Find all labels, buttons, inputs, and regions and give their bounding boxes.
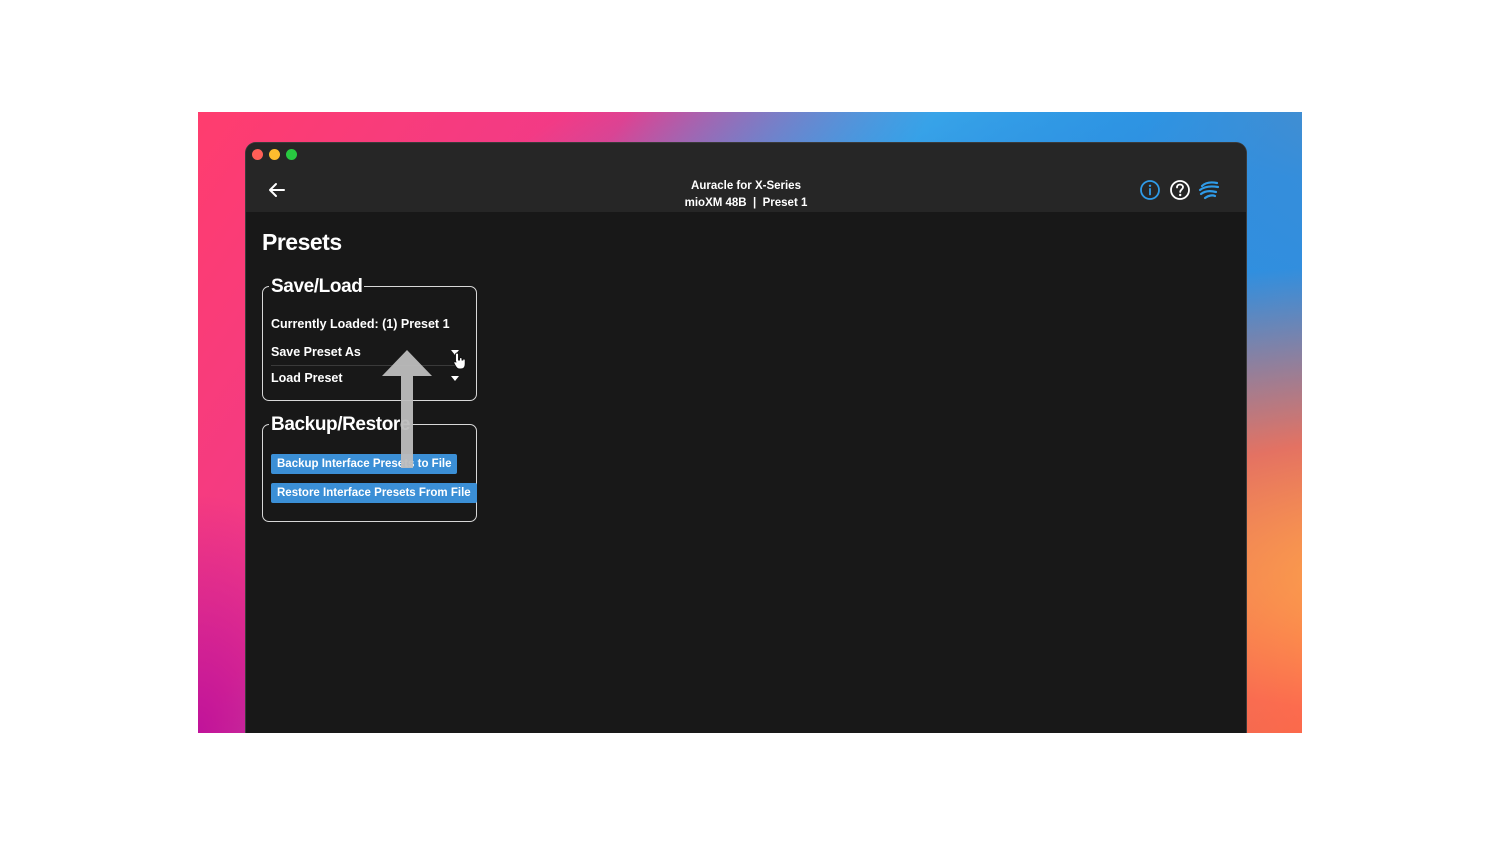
brand-logo-icon[interactable] bbox=[1198, 179, 1220, 201]
save-load-heading: Save/Load bbox=[269, 274, 365, 300]
help-icon[interactable] bbox=[1169, 179, 1191, 201]
title-bar: Auracle for X-Series mioXM 48B | Preset … bbox=[246, 143, 1246, 212]
page-margin-bottom bbox=[0, 733, 1500, 844]
backup-restore-panel: Backup/Restore Backup Interface Presets … bbox=[262, 412, 477, 522]
chevron-down-icon bbox=[451, 350, 459, 355]
zoom-window-button[interactable] bbox=[286, 149, 297, 160]
info-icon[interactable] bbox=[1139, 179, 1161, 201]
load-preset-label: Load Preset bbox=[271, 371, 343, 385]
currently-loaded-text: Currently Loaded: (1) Preset 1 bbox=[271, 317, 450, 331]
page-title: Presets bbox=[262, 229, 342, 255]
chevron-down-icon bbox=[451, 376, 459, 381]
backup-presets-button[interactable]: Backup Interface Presets to File bbox=[271, 454, 458, 474]
backup-restore-heading: Backup/Restore bbox=[269, 412, 413, 438]
app-window: Auracle for X-Series mioXM 48B | Preset … bbox=[246, 143, 1246, 744]
minimize-window-button[interactable] bbox=[269, 149, 280, 160]
load-preset-dropdown[interactable]: Load Preset bbox=[271, 369, 465, 391]
restore-presets-button[interactable]: Restore Interface Presets From File bbox=[271, 483, 477, 503]
save-preset-as-label: Save Preset As bbox=[271, 345, 361, 359]
window-title: Auracle for X-Series mioXM 48B | Preset … bbox=[246, 178, 1246, 212]
device-preset-subtitle: mioXM 48B | Preset 1 bbox=[684, 197, 808, 209]
app-title: Auracle for X-Series bbox=[691, 180, 801, 192]
save-preset-as-dropdown[interactable]: Save Preset As bbox=[271, 343, 465, 366]
close-window-button[interactable] bbox=[252, 149, 263, 160]
save-load-panel: Save/Load Currently Loaded: (1) Preset 1… bbox=[262, 274, 477, 401]
